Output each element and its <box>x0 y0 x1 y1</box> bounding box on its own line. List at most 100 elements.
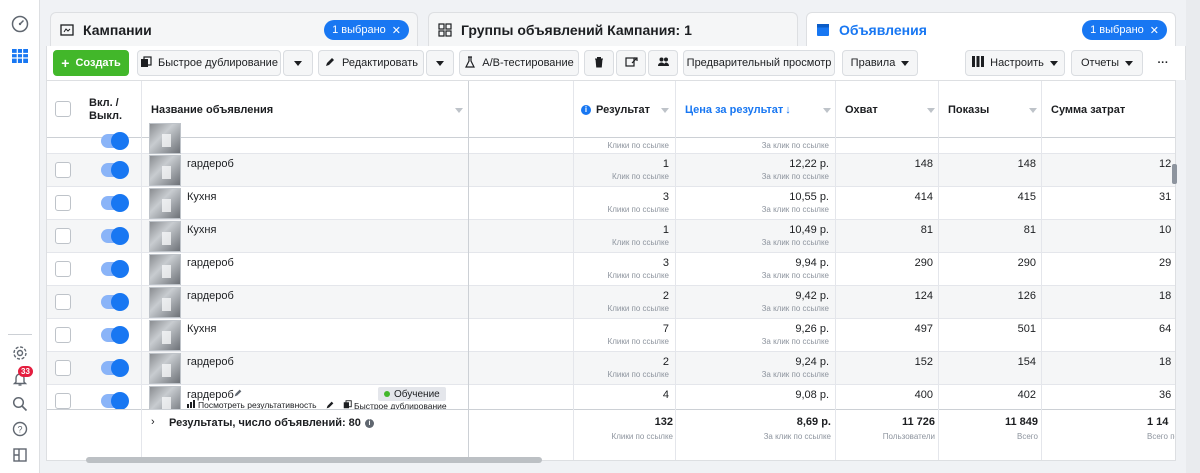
table-horizontal-scrollbar[interactable] <box>86 457 542 463</box>
ad-name[interactable]: гардероб <box>187 158 234 170</box>
chevron-down-icon[interactable] <box>1029 108 1037 113</box>
column-header-impressions[interactable]: Показы <box>940 81 1040 138</box>
result-subtext: Клик по ссылке <box>612 238 669 247</box>
customize-columns-button[interactable]: Настроить <box>965 50 1065 76</box>
clear-selection-icon[interactable]: ✕ <box>1150 24 1159 37</box>
cpr-subtext: За клик по ссылке <box>761 238 829 247</box>
ad-thumbnail[interactable] <box>149 287 181 318</box>
table-row[interactable]: Кухня 1 Клик по ссылке 10,49 р. За клик по с… <box>47 220 1175 253</box>
row-checkbox[interactable] <box>55 327 71 343</box>
settings-icon[interactable] <box>8 341 32 365</box>
impressions-value: 290 <box>1017 257 1036 269</box>
table-vertical-scrollbar[interactable] <box>1172 164 1177 184</box>
cpr-subtext: За клик по ссылке <box>761 271 829 280</box>
ad-name[interactable]: гардероб <box>187 356 234 368</box>
ad-status-toggle[interactable] <box>101 293 129 311</box>
column-header-cost-per-result[interactable]: Цена за результат ↓ <box>677 81 837 138</box>
reach-value: 124 <box>914 290 933 302</box>
chevron-down-icon[interactable] <box>661 108 669 113</box>
cost-per-result-value: 9,94 р. <box>795 257 829 269</box>
column-header-spend[interactable]: Сумма затрат <box>1043 81 1175 138</box>
ad-status-toggle[interactable] <box>101 227 129 245</box>
ab-test-button[interactable]: A/B-тестирование <box>459 50 579 76</box>
campaigns-selected-pill[interactable]: 1 выбрано ✕ <box>324 20 409 40</box>
column-header-result[interactable]: i Результат <box>573 81 673 138</box>
column-divider <box>835 81 836 460</box>
chevron-down-icon[interactable] <box>927 108 935 113</box>
clear-selection-icon[interactable]: ✕ <box>392 24 401 37</box>
row-checkbox[interactable] <box>55 228 71 244</box>
column-header-name[interactable]: Название объявления <box>143 81 468 138</box>
column-header-reach[interactable]: Охват <box>837 81 937 138</box>
preview-button[interactable]: Предварительный просмотр <box>683 50 835 76</box>
dashboard-icon[interactable] <box>8 12 32 36</box>
edit-dropdown[interactable] <box>426 50 454 76</box>
ad-thumbnail[interactable] <box>149 254 181 285</box>
search-icon[interactable] <box>8 392 32 416</box>
expand-chevron-icon[interactable]: › <box>151 416 155 428</box>
table-row[interactable]: гардероб 1 Клик по ссылке 12,22 р. За клик п… <box>47 154 1175 187</box>
table-row[interactable]: гардероб 3 Клики по ссылке 9,94 р. За клик п… <box>47 253 1175 286</box>
column-header-impressions-label: Показы <box>948 103 990 116</box>
ad-name[interactable]: гардероб <box>187 257 234 269</box>
ad-name[interactable]: Кухня <box>187 224 216 236</box>
ad-status-toggle[interactable] <box>101 326 129 344</box>
reach-value: 400 <box>914 389 933 401</box>
ad-thumbnail[interactable] <box>149 353 181 384</box>
edit-button[interactable]: Редактировать <box>318 50 424 76</box>
ads-manager-table-icon[interactable] <box>8 44 32 68</box>
ad-thumbnail[interactable] <box>149 155 181 186</box>
ad-thumbnail[interactable] <box>149 221 181 252</box>
quick-duplicate-dropdown[interactable] <box>283 50 313 76</box>
table-header: Вкл. / Выкл. Название объявления i Резул… <box>47 81 1175 138</box>
result-value: 3 <box>662 257 669 269</box>
ad-name[interactable]: Кухня <box>187 323 216 335</box>
ad-thumbnail[interactable] <box>149 188 181 219</box>
row-checkbox[interactable] <box>55 162 71 178</box>
help-icon[interactable]: ? <box>8 417 32 441</box>
table-row[interactable]: Кухня 7 Клики по ссылке 9,26 р. За клик по с… <box>47 319 1175 352</box>
tab-ads[interactable]: Объявления 1 выбрано ✕ <box>806 12 1176 46</box>
row-checkbox[interactable] <box>55 294 71 310</box>
tab-adsets[interactable]: Группы объявлений Кампания: 1 <box>428 12 798 46</box>
table-row[interactable]: гардероб 2 Клики по ссылке 9,42 р. За клик п… <box>47 286 1175 319</box>
row-checkbox[interactable] <box>55 261 71 277</box>
share-preview-button[interactable] <box>616 50 646 76</box>
row-checkbox[interactable] <box>55 360 71 376</box>
ad-status-toggle[interactable] <box>101 132 129 150</box>
ad-thumbnail[interactable] <box>149 320 181 351</box>
ad-status-toggle[interactable] <box>101 359 129 377</box>
select-all-checkbox[interactable] <box>55 101 71 117</box>
ads-table: Вкл. / Выкл. Название объявления i Резул… <box>46 80 1176 461</box>
ad-status-toggle[interactable] <box>101 161 129 179</box>
chevron-down-icon[interactable] <box>455 108 463 113</box>
ad-name[interactable]: гардероб <box>187 290 234 302</box>
cost-per-result-value: 9,08 р. <box>795 389 829 401</box>
info-icon[interactable]: i <box>581 104 591 115</box>
delete-button[interactable] <box>584 50 614 76</box>
audience-button[interactable] <box>648 50 678 76</box>
quick-duplicate-button[interactable]: Быстрое дублирование <box>137 50 281 76</box>
rules-button[interactable]: Правила <box>842 50 918 76</box>
tab-campaigns[interactable]: Кампании 1 выбрано ✕ <box>50 12 418 46</box>
ad-name[interactable]: Кухня <box>187 191 216 203</box>
chevron-down-icon <box>436 60 444 66</box>
ads-selected-pill[interactable]: 1 выбрано ✕ <box>1082 20 1167 40</box>
more-options-button[interactable]: ··· <box>1147 50 1179 76</box>
ad-thumbnail[interactable] <box>149 123 181 154</box>
create-button[interactable]: + Создать <box>53 50 129 76</box>
edit-name-icon[interactable] <box>233 387 243 401</box>
result-subtext: Клики по ссылке <box>607 141 669 150</box>
column-header-onoff[interactable]: Вкл. / Выкл. <box>81 81 141 138</box>
result-value: 1 <box>662 224 669 236</box>
report-panel-icon[interactable] <box>8 443 32 467</box>
info-icon[interactable]: i <box>364 418 374 428</box>
table-row[interactable]: Кухня 3 Клики по ссылке 10,55 р. За клик по … <box>47 187 1175 220</box>
delivery-status-label: Обучение <box>394 388 440 400</box>
table-row[interactable]: гардероб 2 Клики по ссылке 9,24 р. За клик п… <box>47 352 1175 385</box>
reports-button[interactable]: Отчеты <box>1071 50 1143 76</box>
row-checkbox[interactable] <box>55 195 71 211</box>
ad-status-toggle[interactable] <box>101 194 129 212</box>
chevron-down-icon[interactable] <box>823 108 831 113</box>
ad-status-toggle[interactable] <box>101 260 129 278</box>
